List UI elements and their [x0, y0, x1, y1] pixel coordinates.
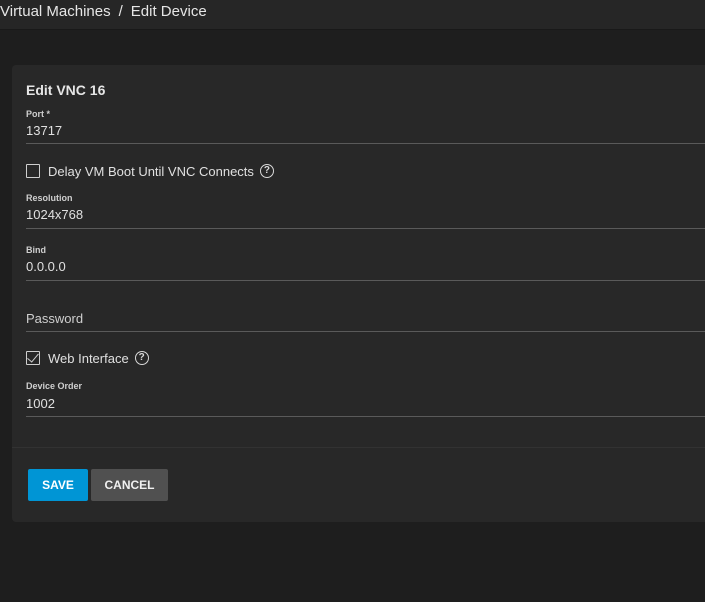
bind-underline	[26, 280, 705, 281]
web-interface-label: Web Interface	[48, 350, 129, 366]
device-order-label: Device Order	[26, 381, 83, 391]
delay-boot-row[interactable]: Delay VM Boot Until VNC Connects ?	[26, 162, 274, 180]
save-button[interactable]: SAVE	[28, 469, 88, 501]
breadcrumb: Virtual Machines / Edit Device	[0, 3, 207, 20]
device-order-input[interactable]: 1002	[26, 396, 55, 411]
password-field[interactable]: Password	[26, 309, 705, 332]
card-title: Edit VNC 16	[26, 82, 106, 98]
port-underline	[26, 143, 705, 144]
password-underline	[26, 331, 705, 332]
cancel-button[interactable]: CANCEL	[91, 469, 168, 501]
bind-label: Bind	[26, 245, 46, 255]
actions-divider	[12, 447, 705, 448]
resolution-select[interactable]: 1024x768	[26, 207, 83, 222]
device-order-underline	[26, 416, 705, 417]
resolution-label: Resolution	[26, 193, 73, 203]
breadcrumb-separator: /	[118, 3, 123, 20]
port-field[interactable]: Port * 13717	[26, 109, 705, 144]
resolution-field[interactable]: Resolution 1024x768	[26, 193, 705, 229]
web-interface-checkbox[interactable]	[26, 351, 40, 365]
breadcrumb-parent[interactable]: Virtual Machines	[0, 3, 111, 20]
delay-boot-label: Delay VM Boot Until VNC Connects	[48, 163, 254, 179]
web-interface-row[interactable]: Web Interface ?	[26, 349, 149, 367]
bind-field[interactable]: Bind 0.0.0.0	[26, 245, 705, 281]
help-icon[interactable]: ?	[134, 351, 149, 365]
breadcrumb-current: Edit Device	[130, 3, 207, 20]
help-icon[interactable]: ?	[259, 164, 274, 178]
bind-select[interactable]: 0.0.0.0	[26, 259, 66, 274]
edit-device-card: Edit VNC 16 Port * 13717 Delay VM Boot U…	[12, 65, 705, 522]
port-input[interactable]: 13717	[26, 123, 62, 138]
port-label: Port *	[26, 109, 51, 119]
delay-boot-checkbox[interactable]	[26, 164, 40, 178]
password-input[interactable]: Password	[26, 311, 83, 326]
top-bar: Virtual Machines / Edit Device	[0, 0, 705, 30]
device-order-field[interactable]: Device Order 1002	[26, 381, 705, 417]
resolution-underline	[26, 228, 705, 229]
